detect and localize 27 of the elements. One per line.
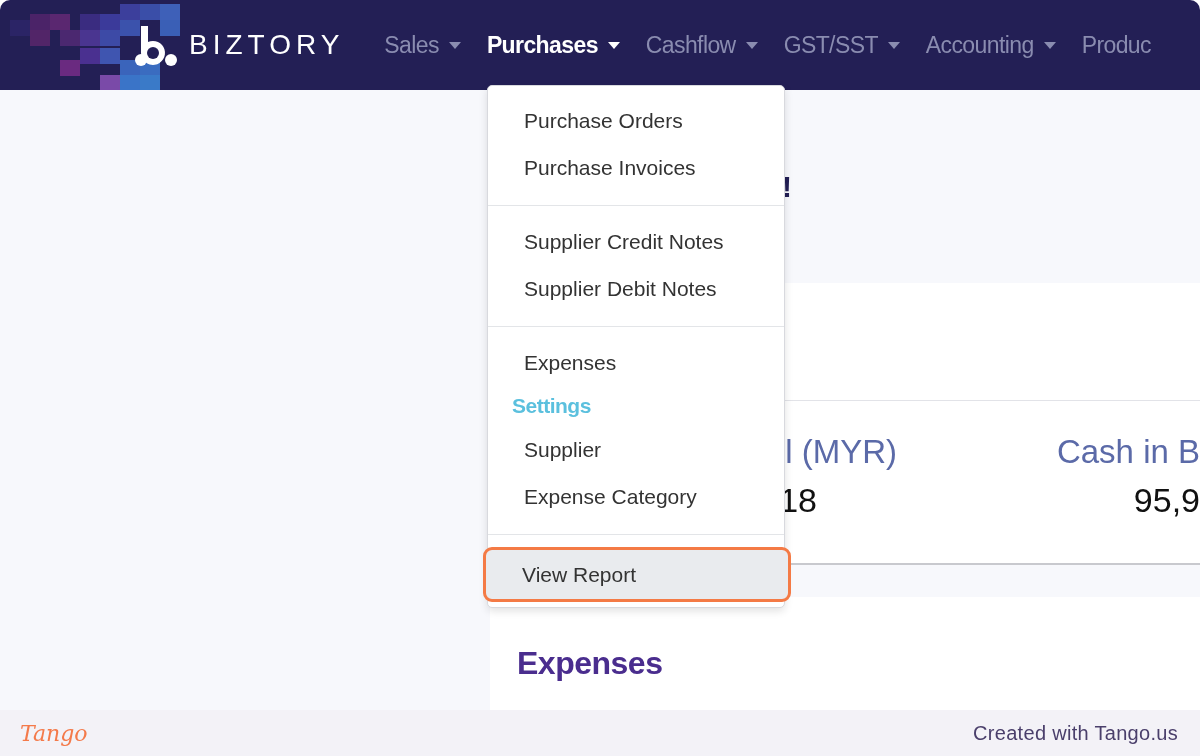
- caret-icon: [745, 41, 758, 49]
- stat-label: l (MYR): [785, 433, 897, 471]
- menu-item[interactable]: Supplier Credit Notes: [488, 218, 784, 265]
- menu-item[interactable]: Purchase Invoices: [488, 144, 784, 191]
- nav-menu-item[interactable]: Accounting: [925, 31, 1056, 59]
- brand-name: BIZTORY: [189, 29, 345, 61]
- caret-icon: [1043, 41, 1056, 49]
- menu-item[interactable]: View Report: [483, 547, 791, 602]
- nav-menu-item[interactable]: Produc: [1081, 31, 1151, 59]
- stat-label: Cash in B: [1056, 433, 1200, 471]
- credit-text: Created with Tango.us: [973, 721, 1178, 745]
- nav-menu-item[interactable]: Sales: [384, 31, 461, 59]
- nav-menu-item[interactable]: Purchases: [486, 31, 620, 59]
- nav-menu-item[interactable]: GST/SST: [783, 31, 900, 59]
- tango-logo: Tango: [20, 720, 88, 746]
- greeting-heading: !: [782, 169, 792, 204]
- caret-icon: [448, 41, 461, 49]
- menu-item[interactable]: Supplier Debit Notes: [488, 265, 784, 312]
- menu-item[interactable]: Purchase Orders: [488, 97, 784, 144]
- menu-section-header: Settings: [511, 393, 592, 419]
- caret-icon: [607, 41, 620, 49]
- caret-icon: [887, 41, 900, 49]
- section-heading: Expenses: [517, 645, 663, 681]
- menu-item[interactable]: Supplier: [488, 426, 784, 473]
- menu-item[interactable]: Expenses: [488, 339, 784, 386]
- stat-value: 95,9: [1133, 481, 1200, 520]
- nav-menu-item[interactable]: Cashflow: [645, 31, 758, 59]
